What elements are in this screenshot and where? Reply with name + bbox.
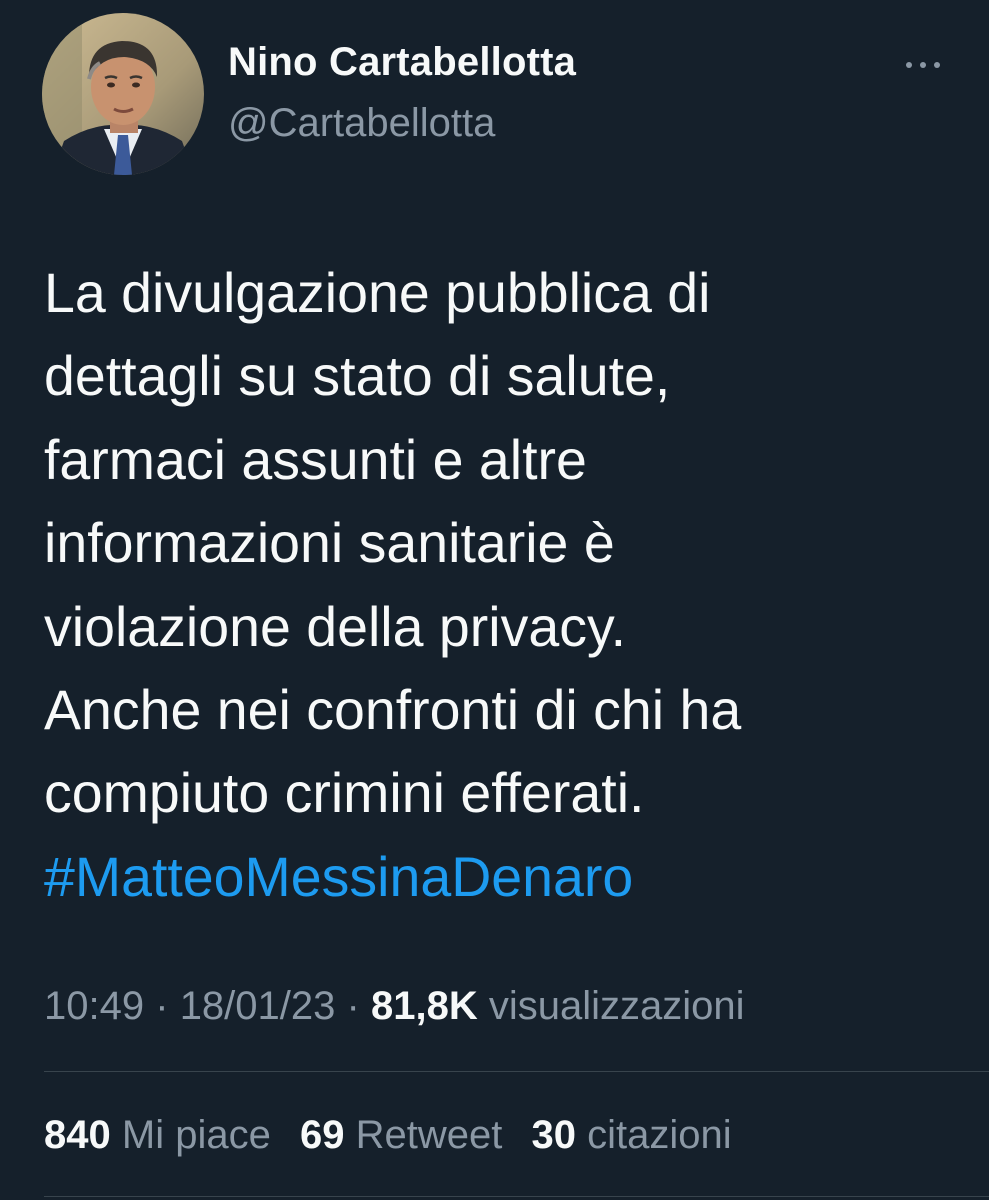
tweet-text-line: informazioni sanitarie è [44, 512, 615, 575]
separator: · [346, 984, 360, 1028]
likes-label: Mi piace [121, 1113, 271, 1157]
tweet-text-line: dettagli su stato di salute, [44, 345, 671, 408]
tweet-text-line: violazione della privacy. [44, 595, 627, 658]
likes-count: 840 [44, 1113, 111, 1157]
more-options-button[interactable] [896, 50, 950, 80]
quotes-stat[interactable]: 30 citazioni [531, 1107, 731, 1163]
views-count: 81,8K [370, 984, 478, 1028]
likes-stat[interactable]: 840 Mi piace [44, 1107, 271, 1163]
tweet-text: La divulgazione pubblica di dettagli su … [44, 252, 964, 919]
tweet-text-line: Anche nei confronti di chi ha [44, 678, 742, 741]
tweet-text-line: La divulgazione pubblica di [44, 262, 711, 324]
retweets-label: Retweet [355, 1113, 503, 1157]
engagement-stats: 840 Mi piace 69 Retweet 30 citazioni [44, 1107, 750, 1163]
retweets-count: 69 [299, 1113, 345, 1157]
tweet-metadata: 10:49 · 18/01/23 · 81,8K visualizzazioni [44, 978, 745, 1034]
tweet-text-line: compiuto crimini efferati. [44, 762, 645, 825]
tweet-text-line: farmaci assunti e altre [44, 428, 587, 491]
profile-photo-icon [42, 13, 204, 175]
retweets-stat[interactable]: 69 Retweet [300, 1107, 502, 1163]
views-label: visualizzazioni [488, 984, 745, 1028]
quotes-count: 30 [531, 1113, 576, 1157]
separator: · [155, 984, 169, 1028]
divider [44, 1196, 989, 1197]
author-display-name[interactable]: Nino Cartabellotta [228, 40, 576, 85]
divider [44, 1071, 989, 1072]
tweet-date[interactable]: 18/01/23 [180, 984, 336, 1028]
more-horizontal-icon [906, 62, 940, 68]
hashtag-link[interactable]: #MatteoMessinaDenaro [44, 836, 633, 919]
avatar[interactable] [42, 13, 204, 175]
tweet-time[interactable]: 10:49 [44, 984, 144, 1028]
author-handle[interactable]: @Cartabellotta [228, 101, 495, 146]
quotes-label: citazioni [587, 1113, 732, 1157]
